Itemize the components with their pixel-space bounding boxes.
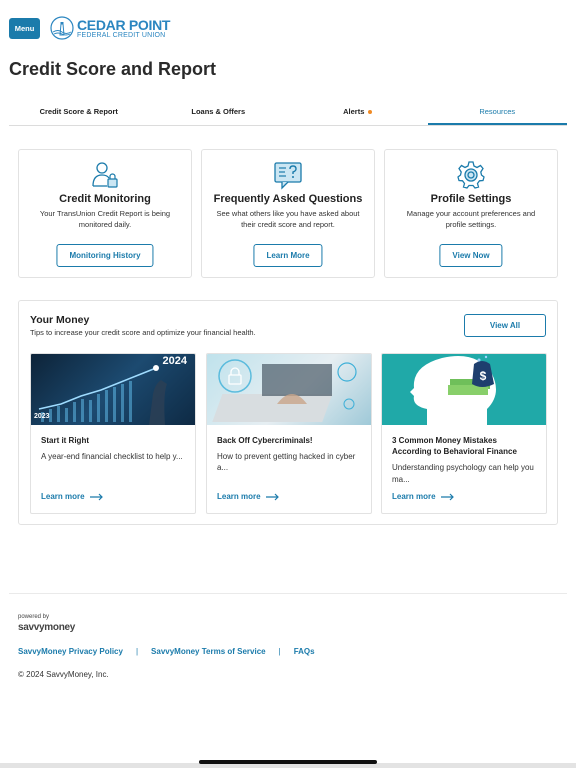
- footer-divider: [9, 593, 567, 594]
- article-image: 2024 2023: [31, 354, 195, 425]
- cedar-point-logo[interactable]: CEDAR POINT FEDERAL CREDIT UNION: [50, 16, 170, 40]
- money-mind-graphic: $: [410, 355, 496, 425]
- article-title: Start it Right: [41, 436, 89, 445]
- link-separator: |: [278, 647, 281, 656]
- article-excerpt: Understanding psychology can help you ma…: [392, 463, 534, 484]
- page-title: Credit Score and Report: [9, 59, 217, 79]
- learn-more-link[interactable]: Learn more: [41, 492, 104, 501]
- year-2024-label: 2024: [162, 355, 187, 367]
- tab-bar: Credit Score & Report Loans & Offers Ale…: [9, 98, 567, 126]
- arrow-right-icon: [265, 493, 279, 500]
- cybersecurity-graphic: [212, 359, 357, 422]
- faqs-link[interactable]: FAQs: [294, 647, 315, 656]
- tab-label: Credit Score & Report: [39, 107, 118, 116]
- privacy-policy-link[interactable]: SavvyMoney Privacy Policy: [18, 647, 123, 656]
- article-card[interactable]: Back Off Cybercriminals! How to prevent …: [206, 353, 372, 514]
- profile-settings-card: Profile Settings Manage your account pre…: [384, 149, 558, 278]
- article-image: [207, 354, 371, 425]
- learn-more-link[interactable]: Learn more: [392, 492, 455, 501]
- credit-monitoring-icon: [92, 162, 118, 188]
- footer-links: SavvyMoney Privacy Policy | SavvyMoney T…: [18, 647, 315, 656]
- view-now-button[interactable]: View Now: [439, 244, 503, 267]
- card-description: See what others like you have asked abou…: [216, 209, 360, 229]
- tab-resources[interactable]: Resources: [427, 98, 567, 125]
- tab-loans-offers[interactable]: Loans & Offers: [149, 98, 289, 125]
- tab-label: Loans & Offers: [191, 107, 246, 116]
- link-separator: |: [135, 647, 139, 656]
- arrow-right-icon: [440, 493, 454, 500]
- credit-monitoring-card: Credit Monitoring Your TransUnion Credit…: [18, 149, 192, 278]
- article-image: $: [382, 354, 546, 425]
- learn-more-button[interactable]: Learn More: [253, 244, 323, 267]
- your-money-section: Your Money Tips to increase your credit …: [18, 300, 558, 525]
- monitoring-history-button[interactable]: Monitoring History: [56, 244, 154, 267]
- logo-title: CEDAR POINT: [77, 16, 171, 33]
- home-indicator[interactable]: [199, 760, 377, 764]
- learn-more-link[interactable]: Learn more: [217, 492, 280, 501]
- article-card[interactable]: 2024 2023 Start it Right A year-end fina…: [30, 353, 196, 514]
- year-2023-label: 2023: [34, 413, 50, 420]
- section-subtitle: Tips to increase your credit score and o…: [30, 328, 256, 337]
- article-excerpt: How to prevent getting hacked in cyber a…: [217, 452, 356, 473]
- tab-alerts[interactable]: Alerts: [288, 98, 428, 125]
- faq-card: Frequently Asked Questions See what othe…: [201, 149, 375, 278]
- article-title: 3 Common Money Mistakes According to Beh…: [392, 436, 517, 457]
- top-bar: Menu CEDAR POINT FEDERAL CREDIT UNION: [0, 0, 576, 56]
- tab-label: Resources: [479, 107, 516, 116]
- card-description: Your TransUnion Credit Report is being m…: [39, 209, 171, 229]
- learn-more-label: Learn more: [217, 492, 261, 501]
- lighthouse-logo-icon: [50, 16, 74, 40]
- card-title: Frequently Asked Questions: [213, 193, 363, 205]
- card-title: Profile Settings: [430, 193, 512, 205]
- article-excerpt: A year-end financial checklist to help y…: [41, 452, 183, 462]
- svg-text:$: $: [480, 369, 487, 383]
- article-title: Back Off Cybercriminals!: [217, 436, 313, 445]
- card-title: Credit Monitoring: [59, 193, 151, 205]
- copyright-text: © 2024 SavvyMoney, Inc.: [18, 670, 109, 679]
- gear-icon: [457, 161, 485, 189]
- card-description: Manage your account preferences and prof…: [406, 209, 536, 229]
- logo-subtitle: FEDERAL CREDIT UNION: [77, 31, 166, 39]
- alert-dot-icon: [368, 110, 373, 115]
- savvymoney-logo: savvymoney: [18, 622, 76, 633]
- learn-more-label: Learn more: [41, 492, 85, 501]
- section-title: Your Money: [30, 314, 90, 326]
- faq-icon: [274, 162, 302, 190]
- learn-more-label: Learn more: [392, 492, 436, 501]
- view-all-button[interactable]: View All: [464, 314, 546, 337]
- tab-credit-score-report[interactable]: Credit Score & Report: [9, 98, 149, 125]
- menu-button[interactable]: Menu: [9, 17, 40, 39]
- powered-by-label: powered by: [18, 614, 50, 620]
- arrow-right-icon: [89, 493, 103, 500]
- terms-of-service-link[interactable]: SavvyMoney Terms of Service: [151, 647, 266, 656]
- article-card[interactable]: $ 3 Common Money Mistakes According to B…: [381, 353, 547, 514]
- tab-label: Alerts: [343, 107, 365, 116]
